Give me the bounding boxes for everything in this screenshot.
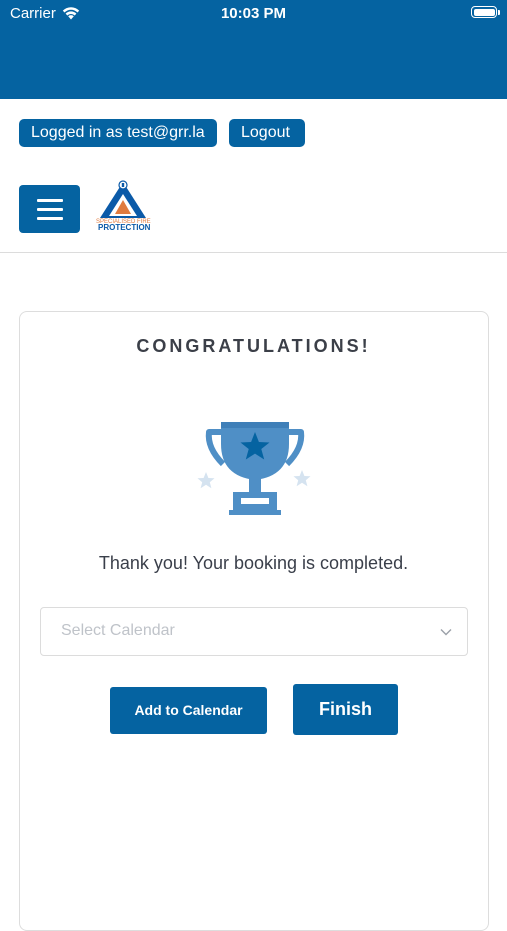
logout-button[interactable]: Logout xyxy=(229,119,305,147)
menu-icon-bar xyxy=(37,199,63,202)
menu-icon-bar xyxy=(37,208,63,211)
chevron-down-icon xyxy=(440,629,452,636)
logged-in-user-button[interactable]: Logged in as test@grr.la xyxy=(19,119,217,147)
trophy-icon xyxy=(197,422,311,515)
calendar-select-placeholder: Select Calendar xyxy=(61,622,175,639)
add-to-calendar-button[interactable]: Add to Calendar xyxy=(110,687,267,734)
header-divider xyxy=(0,252,507,253)
booking-confirmation-message: Thank you! Your booking is completed. xyxy=(98,553,409,573)
menu-button[interactable] xyxy=(19,185,80,233)
menu-icon-bar xyxy=(37,217,63,220)
calendar-select[interactable]: Select Calendar xyxy=(40,607,468,656)
battery-icon xyxy=(471,6,500,18)
finish-button[interactable]: Finish xyxy=(293,684,398,735)
status-bar: Carrier 10:03 PM xyxy=(0,0,507,99)
congratulations-title: CONGRATULATIONS! xyxy=(136,336,371,356)
logo-name: PROTECTION xyxy=(98,223,151,232)
clock: 10:03 PM xyxy=(220,5,287,22)
